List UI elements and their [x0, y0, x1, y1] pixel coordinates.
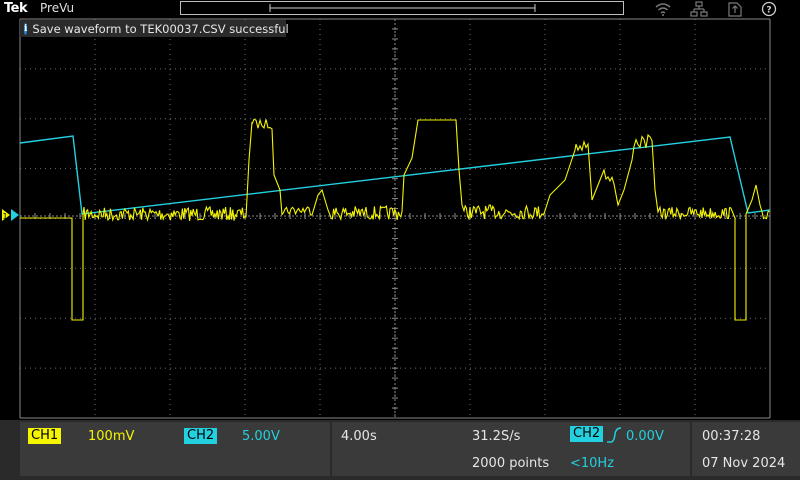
ch2-badge[interactable]: CH2: [184, 428, 218, 444]
notification-banner[interactable]: i Save waveform to TEK00037.CSV successf…: [20, 20, 289, 37]
channel-panel[interactable]: CH1 100mV CH2 5.00V: [20, 422, 330, 476]
ch1-marker-label: 1: [3, 212, 8, 221]
ch2-scale[interactable]: 5.00V: [242, 429, 280, 444]
clock-time: 00:37:28: [702, 429, 761, 444]
time-per-division[interactable]: 4.00s: [341, 429, 377, 444]
trigger-frequency: <10Hz: [570, 456, 615, 471]
notification-message: Save waveform to TEK00037.CSV successful: [32, 21, 289, 36]
rising-edge-icon[interactable]: [606, 426, 622, 444]
status-bar: CH1 100mV CH2 5.00V 4.00s 31.2S/s 2000 p…: [0, 420, 800, 480]
clock-panel[interactable]: 00:37:28 07 Nov 2024: [692, 422, 800, 476]
horizontal-panel[interactable]: 4.00s 31.2S/s 2000 points CH2 0.00V <10H…: [332, 422, 690, 476]
sample-rate: 31.2S/s: [472, 429, 521, 444]
trigger-level[interactable]: 0.00V: [626, 429, 664, 444]
info-icon: i: [24, 22, 28, 35]
ch1-scale[interactable]: 100mV: [88, 429, 134, 444]
record-length: 2000 points: [472, 456, 550, 471]
clock-date: 07 Nov 2024: [702, 456, 786, 471]
waveform-display[interactable]: 1: [0, 0, 800, 420]
ch1-badge[interactable]: CH1: [28, 428, 62, 444]
ch2-ground-marker[interactable]: [11, 209, 19, 221]
trigger-source-badge[interactable]: CH2: [570, 426, 604, 442]
